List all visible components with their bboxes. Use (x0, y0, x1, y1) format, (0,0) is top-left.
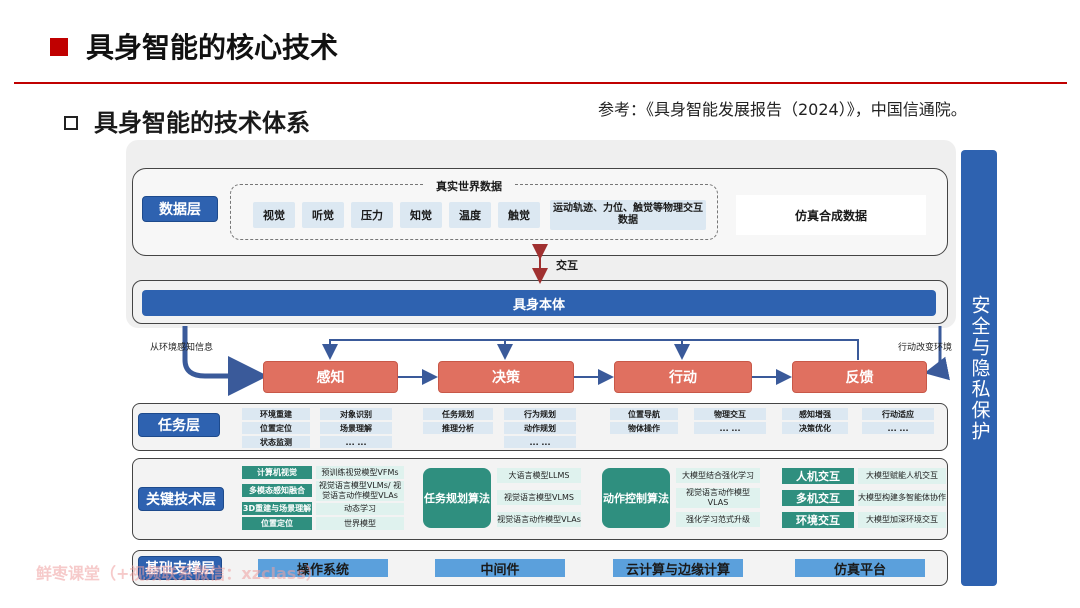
task-item: ... ... (862, 422, 934, 434)
base-item-simulation: 仿真平台 (795, 559, 925, 578)
action-model: 大模型结合强化学习 (676, 468, 760, 483)
task-item: 行动适应 (862, 408, 934, 420)
perception-model: 世界模型 (316, 517, 404, 530)
task-item: 行为规划 (504, 408, 576, 420)
action-control-algo: 动作控制算法 (602, 468, 670, 528)
perception-tech-label: 多模态感知融合 (242, 484, 312, 497)
task-layer-label: 任务层 (138, 413, 220, 437)
perception-model: 视觉语言模型VLMs/ 视觉语言动作模型VLAs (316, 481, 404, 501)
task-model: 视觉语言模型VLMS (497, 490, 581, 505)
task-item: 环境重建 (242, 408, 310, 420)
interaction-tech-label: 多机交互 (782, 490, 854, 506)
task-item: 对象识别 (320, 408, 392, 420)
perception-tech-label: 3D重建与场景理解 (242, 502, 312, 515)
task-model: 视觉语言动作模型VLAs (497, 512, 581, 527)
base-item-middleware: 中间件 (435, 559, 565, 578)
task-item: 动作规划 (504, 422, 576, 434)
watermark-text: 鲜枣课堂（+视频联系微信：xzclass） (36, 564, 322, 583)
stage-feedback: 反馈 (792, 361, 927, 393)
stage-decision: 决策 (438, 361, 574, 393)
task-planning-algo: 任务规划算法 (423, 468, 491, 528)
interaction-tech-label: 环境交互 (782, 512, 854, 528)
task-item: 状态监测 (242, 436, 310, 448)
interaction-model: 大模型赋能人机交互 (858, 468, 946, 484)
perception-model: 动态学习 (316, 503, 404, 515)
task-model: 大语言模型LLMS (497, 468, 581, 483)
task-item: 位置导航 (610, 408, 678, 420)
task-item: 任务规划 (423, 408, 493, 420)
action-model: 强化学习范式升级 (676, 512, 760, 527)
key-tech-layer-label: 关键技术层 (138, 487, 224, 511)
security-privacy-bar: 安全与隐私保护 (961, 150, 997, 586)
perception-tech-label: 位置定位 (242, 517, 312, 530)
perception-tech-label: 计算机视觉 (242, 466, 312, 479)
task-item: 感知增强 (782, 408, 848, 420)
task-item: 物理交互 (694, 408, 766, 420)
task-item: ... ... (320, 436, 392, 448)
task-item: 推理分析 (423, 422, 493, 434)
env-change-text: 行动改变环境 (898, 343, 953, 353)
task-item: 场景理解 (320, 422, 392, 434)
stage-perception: 感知 (263, 361, 398, 393)
stage-action: 行动 (614, 361, 752, 393)
perception-model: 预训练视觉模型VFMs (316, 466, 404, 479)
base-item-cloud: 云计算与边缘计算 (613, 559, 743, 578)
task-item: 物体操作 (610, 422, 678, 434)
task-item: 决策优化 (782, 422, 848, 434)
task-item: ... ... (694, 422, 766, 434)
interaction-model: 大模型构建多智能体协作 (858, 490, 946, 506)
interaction-model: 大模型加深环境交互 (858, 512, 946, 528)
task-item: 位置定位 (242, 422, 310, 434)
interaction-tech-label: 人机交互 (782, 468, 854, 484)
task-item: ... ... (504, 436, 576, 448)
env-perception-text: 从环境感知信息 (150, 343, 214, 353)
action-model: 视觉语言动作模型 VLAS (676, 488, 760, 508)
